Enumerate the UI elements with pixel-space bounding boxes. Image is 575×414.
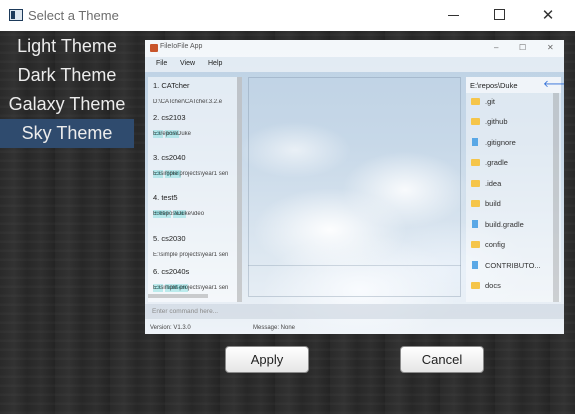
minimize-button[interactable]	[430, 0, 476, 31]
preview-file-name: CONTRIBUTO...	[485, 261, 541, 270]
window-title: Select a Theme	[28, 8, 119, 23]
preview-menu-bar: File View Help	[145, 57, 564, 72]
preview-file-item: build	[471, 199, 501, 213]
apply-button[interactable]: Apply	[225, 346, 309, 373]
preview-file-item: .github	[471, 117, 508, 131]
preview-list-hscrollbar	[148, 294, 208, 298]
theme-item-galaxy[interactable]: Galaxy Theme	[0, 90, 134, 119]
preview-file-name: build.gradle	[485, 220, 524, 229]
preview-item-path: D:\CATcher\CATcher.3.2.e	[153, 99, 223, 105]
preview-version: Version: V1.3.0	[150, 325, 191, 331]
folder-icon	[471, 98, 480, 105]
preview-item-tags: cs core	[153, 122, 237, 138]
theme-preview: FileIoFile App – ☐ ✕ File View Help 1. C…	[145, 40, 564, 334]
preview-item-title: 4. test5	[153, 193, 178, 202]
folder-icon	[471, 282, 480, 289]
preview-file-item: CONTRIBUTO...	[471, 261, 541, 275]
preview-file-name: .git	[485, 97, 496, 106]
back-arrow-icon: 🡐	[543, 79, 564, 90]
preview-file-item: .gitignore	[471, 138, 516, 152]
theme-item-sky[interactable]: Sky Theme	[0, 119, 134, 148]
folder-icon	[471, 241, 480, 248]
preview-file-name: config	[485, 240, 506, 249]
preview-file-name: docs	[485, 281, 501, 290]
preview-list-item: 5. cs2030 E:\simple projects\year1 sen	[153, 234, 237, 258]
preview-item-path: E:\repos\Duke	[153, 131, 192, 137]
file-icon	[472, 138, 478, 146]
close-icon: ✕	[541, 7, 555, 24]
preview-message: Message: None	[253, 325, 296, 331]
theme-item-light[interactable]: Light Theme	[0, 32, 134, 61]
cancel-button[interactable]: Cancel	[400, 346, 484, 373]
preview-item-tags: folder test	[153, 202, 237, 218]
preview-list-scrollbar	[237, 77, 242, 302]
close-button[interactable]: ✕	[525, 0, 571, 31]
preview-file-name: .gitignore	[485, 138, 516, 147]
preview-file-scrollbar	[553, 93, 559, 302]
preview-item-path: E:\repos\Duke\ideo	[153, 211, 205, 217]
preview-item-tags	[153, 243, 237, 252]
preview-list-item: 6. cs2040s cs lastSem E:\simple projects\…	[153, 267, 237, 292]
theme-list: Light Theme Dark Theme Galaxy Theme Sky …	[0, 32, 134, 148]
preview-menu-help: Help	[208, 60, 223, 67]
preview-file-name: .idea	[485, 179, 502, 188]
preview-list-item: 3. cs2040 cs good E:\simple projects\year…	[153, 153, 237, 178]
folder-icon	[471, 118, 480, 125]
preview-file-item: .gradle	[471, 158, 508, 172]
preview-path-header: E:\repos\Duke 🡐	[466, 77, 564, 93]
preview-menu-view: View	[180, 60, 196, 67]
preview-menu-file: File	[156, 60, 168, 67]
folder-icon	[471, 159, 480, 166]
preview-file-item: config	[471, 240, 505, 254]
preview-item-tags	[153, 90, 237, 99]
preview-item-title: 3. cs2040	[153, 153, 186, 162]
app-icon	[9, 9, 23, 21]
preview-center-panel	[248, 77, 461, 297]
file-icon	[472, 220, 478, 228]
preview-file-name: build	[485, 199, 501, 208]
preview-list-item: 1. CATcher D:\CATcher\CATcher.3.2.e	[153, 81, 237, 105]
preview-maximize-icon: ☐	[519, 43, 527, 52]
preview-list-item: 4. test5 folder test E:\repos\Duke\ideo	[153, 193, 237, 218]
folder-icon	[471, 180, 480, 187]
preview-file-item: build.gradle	[471, 220, 524, 234]
maximize-icon	[494, 9, 505, 20]
preview-current-path: E:\repos\Duke	[470, 81, 518, 90]
preview-file-item: .git	[471, 97, 495, 111]
preview-item-title: 1. CATcher	[153, 81, 190, 90]
preview-command-bar: Enter command here...	[145, 304, 564, 319]
minimize-icon	[448, 15, 459, 16]
preview-item-path: E:\simple projects\year1 sen	[153, 252, 229, 258]
folder-icon	[471, 200, 480, 207]
maximize-button[interactable]	[476, 0, 522, 31]
preview-title-bar: FileIoFile App – ☐ ✕	[145, 40, 564, 57]
preview-location-list: 1. CATcher D:\CATcher\CATcher.3.2.e 2. c…	[148, 77, 242, 302]
preview-file-item: .idea	[471, 179, 501, 193]
preview-close-icon: ✕	[547, 43, 554, 52]
preview-center-divider	[248, 265, 461, 266]
preview-list-item: 2. cs2103 cs core E:\repos\Duke	[153, 113, 237, 138]
preview-file-name: .github	[485, 117, 508, 126]
preview-item-path: E:\simple projects\year1 sen	[153, 285, 229, 291]
preview-app-icon	[150, 44, 158, 52]
title-bar: Select a Theme ✕	[0, 0, 575, 31]
preview-item-tags: cs lastSem	[153, 276, 237, 292]
preview-item-title: 5. cs2030	[153, 234, 186, 243]
preview-file-list: .git .github .gitignore .gradle .idea bu…	[466, 93, 561, 302]
preview-file-item: docs	[471, 281, 501, 295]
preview-command-placeholder: Enter command here...	[152, 308, 219, 315]
preview-item-title: 6. cs2040s	[153, 267, 190, 276]
preview-item-title: 2. cs2103	[153, 113, 186, 122]
preview-item-tags: cs good	[153, 162, 237, 178]
preview-item-path: E:\simple projects\year1 sen	[153, 171, 229, 177]
preview-file-name: .gradle	[485, 158, 508, 167]
preview-status-bar: Version: V1.3.0 Message: None	[145, 322, 564, 334]
file-icon	[472, 261, 478, 269]
preview-app-title: FileIoFile App	[160, 43, 203, 50]
theme-item-dark[interactable]: Dark Theme	[0, 61, 134, 90]
preview-minimize-icon: –	[494, 43, 499, 52]
